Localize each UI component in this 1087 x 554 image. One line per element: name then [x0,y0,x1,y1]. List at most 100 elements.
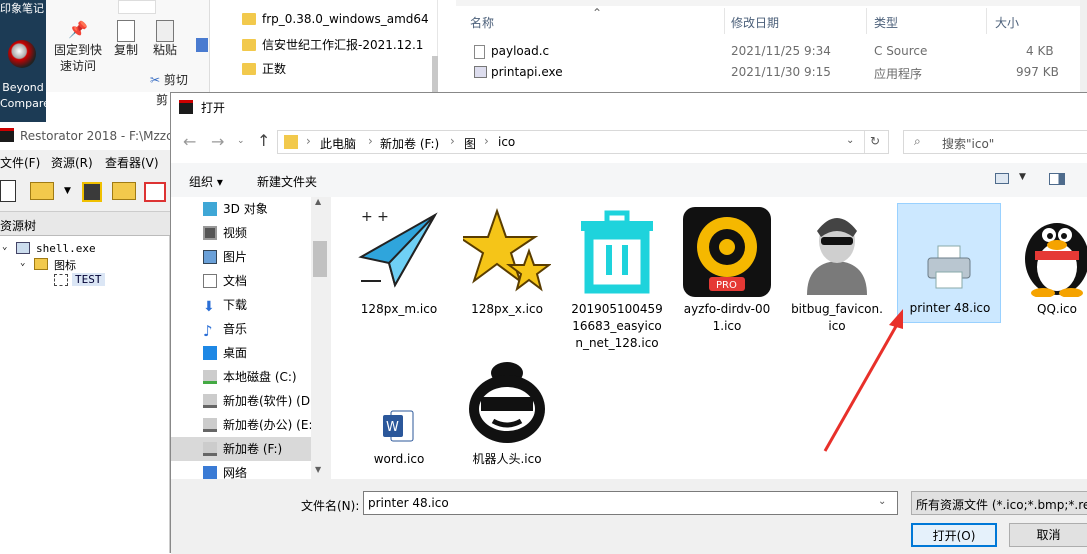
view-dropdown-icon[interactable]: ▼ [1019,172,1026,182]
scroll-up-icon[interactable]: ▲ [315,197,321,206]
restorator-titlebar: Restorator 2018 - F:\Mzzc [0,122,173,150]
up-arrow-icon[interactable]: ↑ [257,131,270,150]
column-header-size[interactable]: 大小 [995,14,1019,31]
tree-node-icons[interactable]: 图标 [54,257,76,273]
breadcrumb-sep-icon: › [368,134,373,148]
nav-item-downloads[interactable]: ⬇ 下载 [171,293,311,317]
address-dropdown-icon[interactable]: ⌄ [846,135,854,146]
resource-tree-header: 资源树 [0,212,170,236]
dialog-title: 打开 [201,101,226,115]
nav-label: 新加卷(软件) (D: [223,394,311,408]
file-name: 128px_m.ico [360,302,438,316]
nav-folder-item[interactable]: frp_0.38.0_windows_amd64 [242,12,432,26]
list-top-strip [456,0,1087,6]
explorer-file-list: ⌃ 名称 修改日期 类型 大小 payload.c 2021/11/25 9:3… [456,0,1087,92]
save-icon[interactable] [82,182,102,202]
nav-item-drive-d[interactable]: 新加卷(软件) (D: [171,389,311,413]
restorator-title: Restorator 2018 - F:\Mzzc [20,129,173,143]
file-tile[interactable]: 20190510045916683_easyicon_net_128.ico [571,207,663,357]
column-header-type[interactable]: 类型 [874,14,898,31]
menu-viewer[interactable]: 查看器(V) [105,154,159,171]
list-scrollbar[interactable] [1080,0,1087,92]
breadcrumb-this-pc[interactable]: 此电脑 [320,135,356,152]
file-type-select[interactable]: 所有资源文件 (*.ico;*.bmp;*.re [911,491,1087,515]
scroll-thumb[interactable] [313,241,327,277]
nav-item-network[interactable]: 网络 [171,461,311,479]
search-box[interactable]: ⌕ 搜索"ico" [903,130,1087,154]
breadcrumb-sep-icon: › [484,134,489,148]
cancel-button[interactable]: 取消 [1009,523,1087,547]
nav-item-3d-objects[interactable]: 3D 对象 [171,197,311,221]
beyond-compare-label[interactable]: Beyond Compare [0,80,50,112]
breadcrumb-drive-f[interactable]: 新加卷 (F:) [380,135,439,152]
breadcrumb-folder-tu[interactable]: 图 [464,135,476,152]
preview-pane-icon[interactable] [1049,173,1065,185]
cut-button[interactable]: ✂ 剪切 [150,72,198,88]
column-header-date[interactable]: 修改日期 [731,14,779,31]
paste-button[interactable]: 粘贴 [146,20,184,58]
nav-item-videos[interactable]: 视频 [171,221,311,245]
new-folder-button[interactable]: 新建文件夹 [257,173,317,190]
forward-arrow-icon[interactable]: → [211,132,224,151]
pin-quick-access-button[interactable]: 📌 固定到快速访问 [50,22,106,74]
new-file-icon[interactable] [0,180,16,202]
scroll-down-icon[interactable]: ▼ [315,465,321,474]
nav-scrollbar[interactable] [432,56,438,92]
copy-button[interactable]: 复制 [108,20,144,58]
desktop-shortcut-label[interactable]: 印象笔记 [0,0,46,16]
row-type: C Source [874,44,928,58]
tree-node-exe[interactable]: shell.exe [36,242,96,255]
tree-node-test[interactable]: TEST [72,273,105,286]
menu-file[interactable]: 文件(F) [0,154,40,171]
organize-button[interactable]: 组织 ▾ [189,173,223,190]
column-header-name[interactable]: 名称 [470,14,494,31]
nav-item-drive-c[interactable]: 本地磁盘 (C:) [171,365,311,389]
paste-icon [156,20,174,42]
address-bar[interactable]: › 此电脑 › 新加卷 (F:) › 图 › ico ⌄ ↻ [277,130,889,154]
cube-icon [203,202,217,216]
nav-item-pictures[interactable]: 图片 [171,245,311,269]
file-tile[interactable]: W word.ico [353,357,445,467]
exe-icon [16,242,30,254]
nav-folder-label: frp_0.38.0_windows_amd64 [262,12,429,26]
view-options-icon[interactable] [995,173,1009,184]
table-row[interactable]: payload.c 2021/11/25 9:34 C Source 4 KB [456,42,1087,62]
filename-dropdown-icon[interactable]: ⌄ [878,496,886,507]
paste-label: 粘贴 [152,43,177,57]
desktop-icon [203,346,217,360]
table-row[interactable]: printapi.exe 2021/11/30 9:15 应用程序 997 KB [456,63,1087,83]
ribbon-tab[interactable] [118,0,156,14]
open-folder-icon[interactable] [30,182,54,200]
nav-item-drive-e[interactable]: 新加卷(办公) (E: [171,413,311,437]
nav-label: 音乐 [223,322,248,336]
file-tile[interactable]: + + 128px_m.ico [353,207,445,337]
refresh-icon[interactable]: ↻ [870,134,880,148]
menu-resource[interactable]: 资源(R) [51,154,93,171]
nav-folder-item[interactable]: 信安世纪工作汇报-2021.12.1 [242,36,432,53]
nav-label: 新加卷 (F:) [223,442,283,456]
recent-dropdown-icon[interactable]: ⌄ [237,136,245,146]
file-tile[interactable]: QQ.ico [1011,207,1087,337]
file-tile[interactable]: 机器人头.ico [461,357,553,467]
nav-item-documents[interactable]: 文档 [171,269,311,293]
collapse-toggle-icon[interactable]: ⌄ [20,258,25,268]
file-tile-selected[interactable]: printer 48.ico [897,203,1001,323]
nav-item-music[interactable]: ♪ 音乐 [171,317,311,341]
search-placeholder: 搜索"ico" [942,137,995,151]
edit-resource-icon[interactable] [144,182,166,202]
nav-item-drive-f[interactable]: 新加卷 (F:) [171,437,311,461]
nav-folder-item[interactable]: 正数 [242,60,432,77]
open-button[interactable]: 打开(O) [911,523,997,547]
filename-input[interactable]: printer 48.ico ⌄ [363,491,898,515]
open-resource-icon[interactable] [112,182,136,200]
nav-scrollbar[interactable]: ▲ ▼ [311,197,329,479]
collapse-toggle-icon[interactable]: ⌄ [2,242,7,252]
file-tile[interactable]: 128px_x.ico [461,207,553,337]
nav-item-desktop[interactable]: 桌面 [171,341,311,365]
file-tile[interactable]: PRO ayzfo-dirdv-001.ico [681,207,773,337]
back-arrow-icon[interactable]: ← [183,132,196,151]
breadcrumb-sep-icon: › [306,134,311,148]
beyond-compare-icon[interactable] [8,40,36,68]
dropdown-arrow-icon[interactable]: ▼ [64,186,71,196]
breadcrumb-folder-ico[interactable]: ico [498,135,515,149]
